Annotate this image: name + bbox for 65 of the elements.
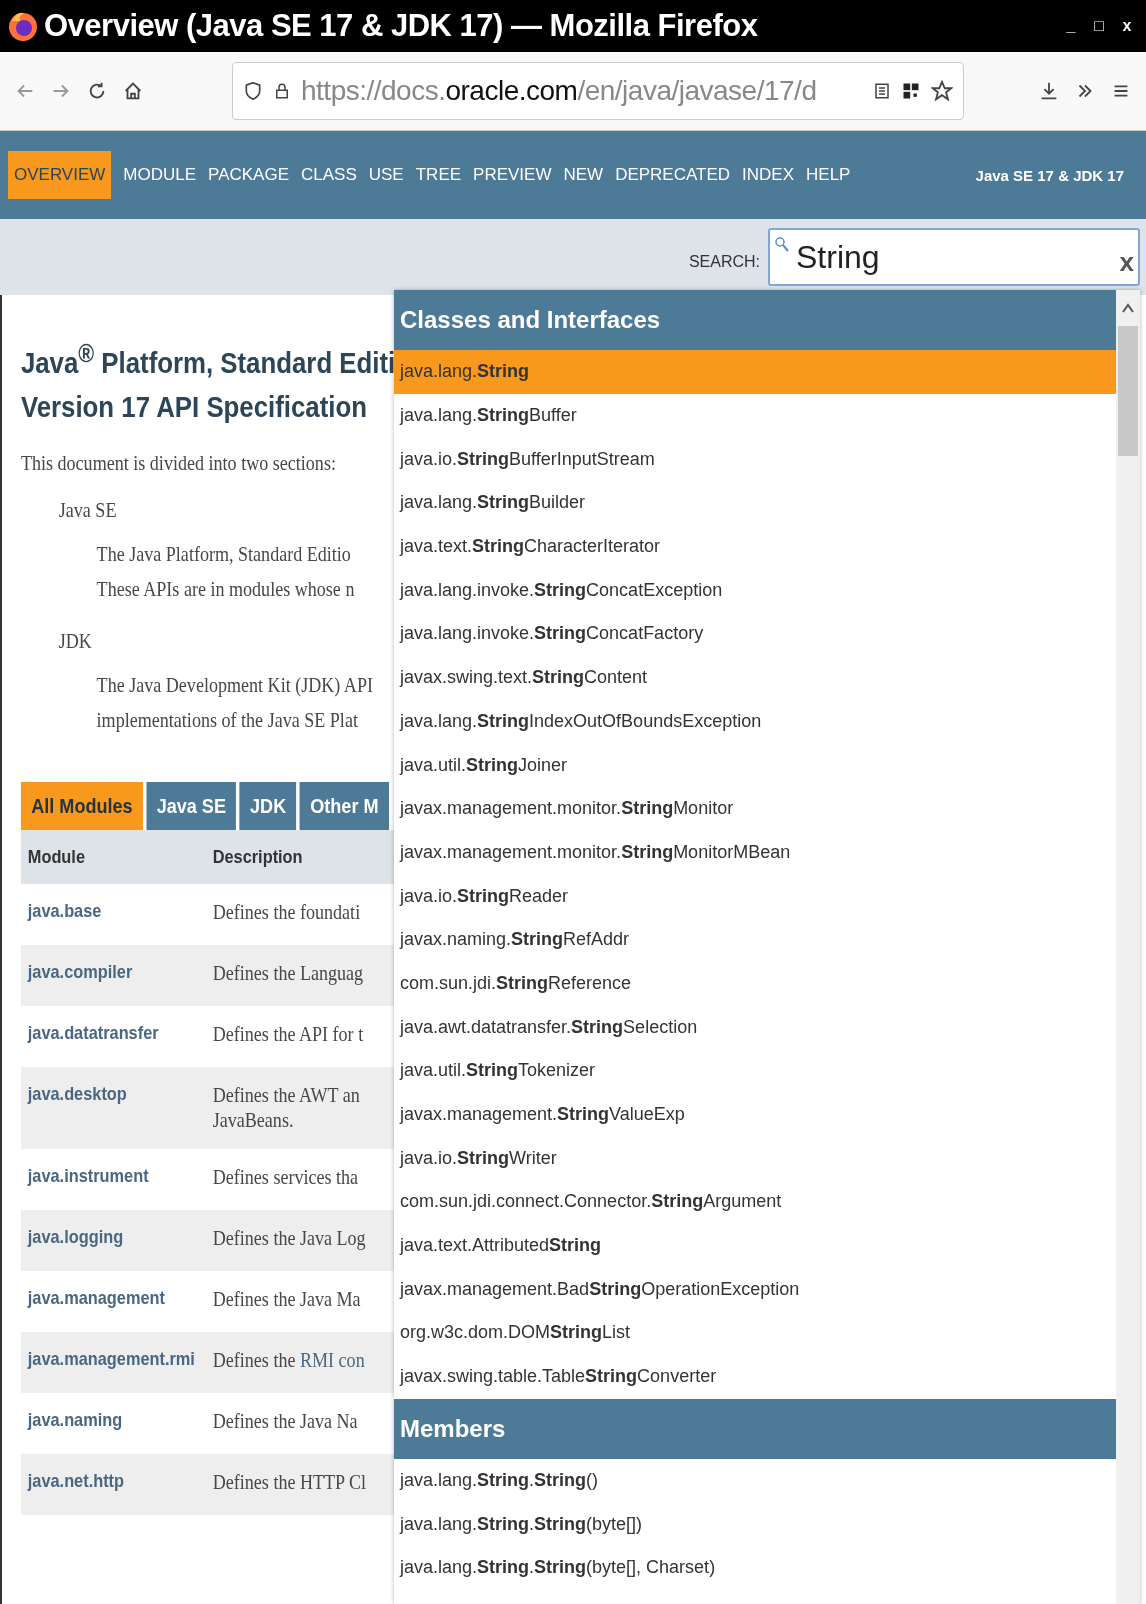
table-link[interactable]: java.instrument: [27, 1165, 149, 1187]
section-term: Java SE: [58, 498, 117, 523]
table-link[interactable]: java.logging: [27, 1226, 124, 1248]
nav-link[interactable]: HELP: [806, 151, 851, 199]
table-cell: Defines the AWT an JavaBeans.: [212, 1083, 360, 1133]
section-term: JDK: [58, 629, 92, 654]
result-item[interactable]: java.lang.String: [394, 350, 1116, 394]
module-tab[interactable]: Java SE: [146, 782, 237, 830]
search-field[interactable]: String x: [768, 228, 1140, 286]
nav-link[interactable]: CLASS: [301, 151, 357, 199]
table-link[interactable]: java.datatransfer: [27, 1022, 159, 1044]
rmi-link[interactable]: RMI con: [299, 1348, 365, 1372]
shield-icon: [243, 80, 263, 102]
intro-text: This document is divided into two sections:: [20, 451, 336, 476]
nav-link[interactable]: NEW: [563, 151, 604, 199]
star-icon[interactable]: [931, 80, 953, 102]
version-label: Java SE 17 & JDK 17: [975, 166, 1125, 184]
column-header: Description: [212, 846, 303, 868]
table-cell-text: Defines services tha: [212, 1165, 359, 1191]
search-label: SEARCH:: [688, 253, 760, 271]
table-link[interactable]: java.net.http: [27, 1470, 125, 1492]
nav-link[interactable]: OVERVIEW: [8, 151, 112, 199]
window-title: Overview (Java SE 17 & JDK 17) — Mozilla Firefox: [44, 8, 759, 44]
table-cell-text: Defines the Java Ma: [212, 1287, 361, 1313]
table-cell-text: Defines the Java Log: [212, 1226, 366, 1252]
scroll-up-icon[interactable]: [1122, 303, 1134, 313]
window-control[interactable]: _: [1060, 17, 1082, 35]
result-group-header: Members: [394, 1398, 1116, 1459]
table-cell-text: Defines the RMI con: [212, 1348, 365, 1374]
nav-link[interactable]: PREVIEW: [473, 151, 552, 199]
table-link[interactable]: java.compiler: [27, 961, 133, 983]
grid-icon[interactable]: [901, 81, 921, 101]
nav-link[interactable]: DEPRECATED: [615, 151, 731, 199]
module-tab[interactable]: All Modules: [20, 782, 143, 830]
nav-link[interactable]: TREE: [415, 151, 462, 199]
window-control[interactable]: □: [1088, 17, 1110, 35]
home-icon[interactable]: [122, 80, 144, 102]
result-group-header: Classes and Interfaces: [394, 290, 1116, 350]
column-header: Module: [27, 846, 85, 868]
page-heading: Java$^{®}$ Platform, Standard Editi: [20, 338, 396, 381]
module-tab[interactable]: JDK: [239, 782, 297, 830]
table-link[interactable]: java.base: [27, 900, 102, 922]
page-heading: Version 17 API Specification: [20, 389, 367, 425]
table-cell-text: Defines the Java Na: [212, 1409, 358, 1435]
module-tab[interactable]: Other M: [299, 782, 389, 830]
scroll-thumb[interactable]: [1118, 326, 1138, 456]
table-cell-text: Defines the Languag: [212, 961, 364, 987]
nav-link[interactable]: INDEX: [742, 151, 795, 199]
clear-button[interactable]: x: [1119, 246, 1134, 278]
table-link[interactable]: java.desktop: [27, 1083, 127, 1105]
url-text: https://docs.oracle.com/en/java/javase/17/d: [301, 75, 818, 107]
table-cell-text: Defines the foundati: [212, 900, 361, 926]
table-link[interactable]: java.management.rmi: [27, 1348, 195, 1370]
table-cell-text: Defines the HTTP Cl: [212, 1470, 366, 1496]
address-bar[interactable]: https://docs.oracle.com/en/java/javase/17/d: [232, 62, 964, 120]
nav-link[interactable]: MODULE: [123, 151, 197, 199]
table-link[interactable]: java.management: [27, 1287, 165, 1309]
section-description: The Java Platform, Standard Editio These APIs are in modules whose n: [96, 541, 355, 603]
table-link[interactable]: java.naming: [27, 1409, 123, 1431]
nav-link[interactable]: USE: [368, 151, 404, 199]
table-cell-text: Defines the API for t: [212, 1022, 364, 1048]
section-description: The Java Development Kit (JDK) API implementations of the Java SE Plat: [96, 672, 373, 734]
window-control[interactable]: x: [1116, 17, 1138, 35]
search-icon: [774, 236, 790, 254]
nav-link[interactable]: PACKAGE: [208, 151, 289, 199]
